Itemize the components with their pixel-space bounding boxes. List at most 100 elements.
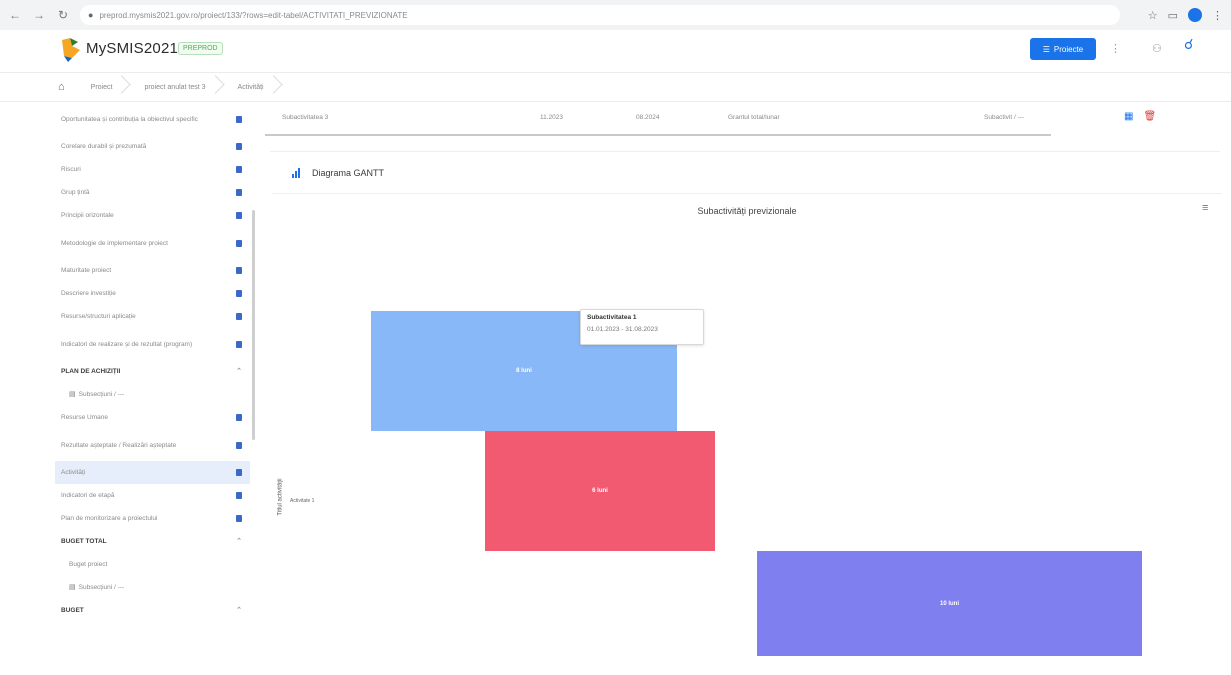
list-icon: ☰	[1042, 44, 1050, 54]
sidebar-item-grup-tinta[interactable]: Grup țintă	[55, 181, 250, 204]
sidebar-item-label: Corelare durabil și prezumată	[61, 143, 147, 150]
sidebar-subitem[interactable]: ▤ Subsecțiuni / ---	[55, 576, 250, 599]
sidebar-section-plan-achizitii[interactable]: PLAN DE ACHIZIȚII ⌃	[55, 360, 250, 383]
sidebar-item-label: Oportunitatea și contribuția la obiectiv…	[61, 115, 198, 123]
document-icon	[236, 414, 242, 421]
tooltip-dates: 01.01.2023 - 31.08.2023	[587, 326, 658, 333]
lock-icon: ●	[88, 10, 94, 20]
table-row[interactable]: Subactivitatea 3 11.2023 08.2024 Grantul…	[262, 103, 1219, 137]
extensions-icon[interactable]: ▭	[1168, 9, 1178, 22]
sidebar-item-descriere[interactable]: Descriere investiție	[55, 282, 250, 305]
document-icon	[236, 441, 242, 449]
sidebar-subitem[interactable]: ▤ Subsecțiuni / ---	[55, 383, 250, 406]
forward-icon[interactable]: →	[32, 8, 46, 22]
sidebar-item-corelare[interactable]: Corelare durabil și prezumată	[55, 135, 250, 158]
horizontal-scrollbar[interactable]	[265, 134, 1051, 136]
document-icon	[236, 469, 242, 476]
document-icon	[236, 340, 242, 348]
sidebar-item-label: Indicatori de etapă	[61, 492, 115, 499]
sidebar-subitem-label: Subsecțiuni / ---	[78, 391, 125, 398]
sidebar-item-plan-monitorizare[interactable]: Plan de monitorizare a proiectului	[55, 507, 250, 530]
sidebar-item-indicatori[interactable]: Indicatori de realizare și de rezultat (…	[55, 328, 250, 360]
breadcrumb: ⌂ Proiect proiect anulat test 3 Activită…	[0, 72, 1231, 102]
table-icon: ▤	[69, 391, 76, 398]
star-icon[interactable]: ☆	[1148, 9, 1158, 22]
mysmis-logo-icon	[62, 38, 80, 62]
chevron-up-icon: ⌃	[236, 368, 242, 375]
sidebar-item-label: Activități	[61, 469, 86, 476]
y-tick-label: Activitate 1	[290, 498, 315, 504]
document-icon	[236, 267, 242, 274]
sidebar: Oportunitatea și contribuția la obiectiv…	[55, 103, 250, 653]
sidebar-item-label: Metodologie de implementare proiect	[61, 239, 168, 247]
grid-icon[interactable]: ⋮	[1110, 42, 1121, 55]
bar-label: 8 luni	[516, 368, 532, 374]
chart-title: Subactivități previzionale	[697, 206, 797, 216]
profile-icon[interactable]	[1188, 8, 1202, 22]
chevron-up-icon: ⌃	[236, 607, 242, 614]
document-icon	[236, 115, 242, 123]
gantt-bar[interactable]: 10 luni	[757, 551, 1142, 656]
document-icon	[236, 212, 242, 219]
gantt-bar[interactable]: 6 luni	[485, 431, 715, 551]
document-icon	[236, 313, 242, 320]
document-icon	[236, 166, 242, 173]
document-icon	[236, 290, 242, 297]
sidebar-item-metodologie[interactable]: Metodologie de implementare proiect	[55, 227, 250, 259]
sidebar-item-activitati[interactable]: Activități	[55, 461, 250, 484]
sidebar-item-label: Resurse Umane	[61, 414, 108, 421]
section-label: BUGET	[61, 607, 84, 614]
home-icon[interactable]: ⌂	[58, 81, 65, 93]
sidebar-item-resurse-umane[interactable]: Resurse Umane	[55, 406, 250, 429]
sidebar-subitem-label: Subsecțiuni / ---	[78, 584, 125, 591]
row-actions: ▦ 🗑	[1124, 111, 1156, 122]
reload-icon[interactable]: ↻	[56, 8, 70, 22]
bar-chart-icon	[292, 167, 300, 178]
sidebar-section-buget-total[interactable]: BUGET TOTAL ⌃	[55, 530, 250, 553]
row-name: Subactivitatea 3	[282, 114, 329, 121]
projects-button[interactable]: ☰ Proiecte	[1030, 38, 1096, 60]
breadcrumb-item-project-name[interactable]: proiect anulat test 3	[134, 84, 227, 91]
y-axis-title: Titlul activității	[277, 478, 284, 516]
sidebar-item-principii[interactable]: Principii orizontale	[55, 204, 250, 227]
breadcrumb-item-activitati: Activități	[228, 84, 286, 91]
delete-icon[interactable]: 🗑	[1143, 111, 1156, 122]
chart-menu-icon[interactable]: ≡	[1202, 202, 1208, 214]
sidebar-item-label: Rezultate așteptate / Realizări așteptat…	[61, 441, 177, 449]
row-end: 08.2024	[636, 114, 660, 121]
sidebar-item-maturitate[interactable]: Maturitate proiect	[55, 259, 250, 282]
chevron-up-icon: ⌃	[236, 538, 242, 545]
sidebar-scrollbar[interactable]	[252, 210, 255, 440]
document-icon	[236, 189, 242, 196]
sidebar-item-resurse-structuri[interactable]: Resurse/structuri aplicație	[55, 305, 250, 328]
row-type: Grantul total/lunar	[728, 114, 780, 121]
sidebar-subitem-label: Buget proiect	[69, 561, 108, 568]
sidebar-item-label: Resurse/structuri aplicație	[61, 313, 136, 320]
chart-tooltip: Subactivitatea 1 01.01.2023 - 31.08.2023	[580, 309, 704, 345]
card-header: Diagrama GANTT	[270, 151, 1220, 193]
table-icon: ▤	[69, 584, 76, 591]
address-bar[interactable]: ● preprod.mysmis2021.gov.ro/proiect/133/…	[80, 5, 1120, 25]
sidebar-item-indicatori-etapa[interactable]: Indicatori de etapă	[55, 484, 250, 507]
section-label: PLAN DE ACHIZIȚII	[61, 368, 121, 375]
edit-table-icon[interactable]: ▦	[1124, 111, 1133, 122]
projects-button-label: Proiecte	[1053, 44, 1084, 54]
main-content: Subactivitatea 3 11.2023 08.2024 Grantul…	[262, 103, 1231, 675]
section-label: BUGET TOTAL	[61, 538, 107, 545]
user-icon[interactable]: ⚇	[1152, 42, 1162, 55]
sidebar-subitem-buget-proiect[interactable]: Buget proiect	[55, 553, 250, 576]
back-icon[interactable]: ←	[8, 8, 22, 22]
sidebar-item-rezultate[interactable]: Rezultate așteptate / Realizări așteptat…	[55, 429, 250, 461]
gantt-chart: Subactivități previzionale ≡ Titlul acti…	[272, 193, 1222, 675]
document-icon	[236, 492, 242, 499]
sidebar-item-label: Principii orizontale	[61, 212, 114, 219]
menu-icon[interactable]: ⋮	[1212, 9, 1223, 22]
bar-label: 10 luni	[939, 600, 959, 607]
sidebar-item-oportunitatea[interactable]: Oportunitatea și contribuția la obiectiv…	[55, 103, 250, 135]
sidebar-item-label: Descriere investiție	[61, 290, 116, 297]
env-badge: PREPROD	[178, 42, 223, 55]
sidebar-item-riscuri[interactable]: Riscuri	[55, 158, 250, 181]
sidebar-section-buget[interactable]: BUGET ⌃	[55, 599, 250, 622]
breadcrumb-item-proiect[interactable]: Proiect	[81, 84, 135, 91]
notifications-icon[interactable]: ☌	[1184, 36, 1193, 53]
